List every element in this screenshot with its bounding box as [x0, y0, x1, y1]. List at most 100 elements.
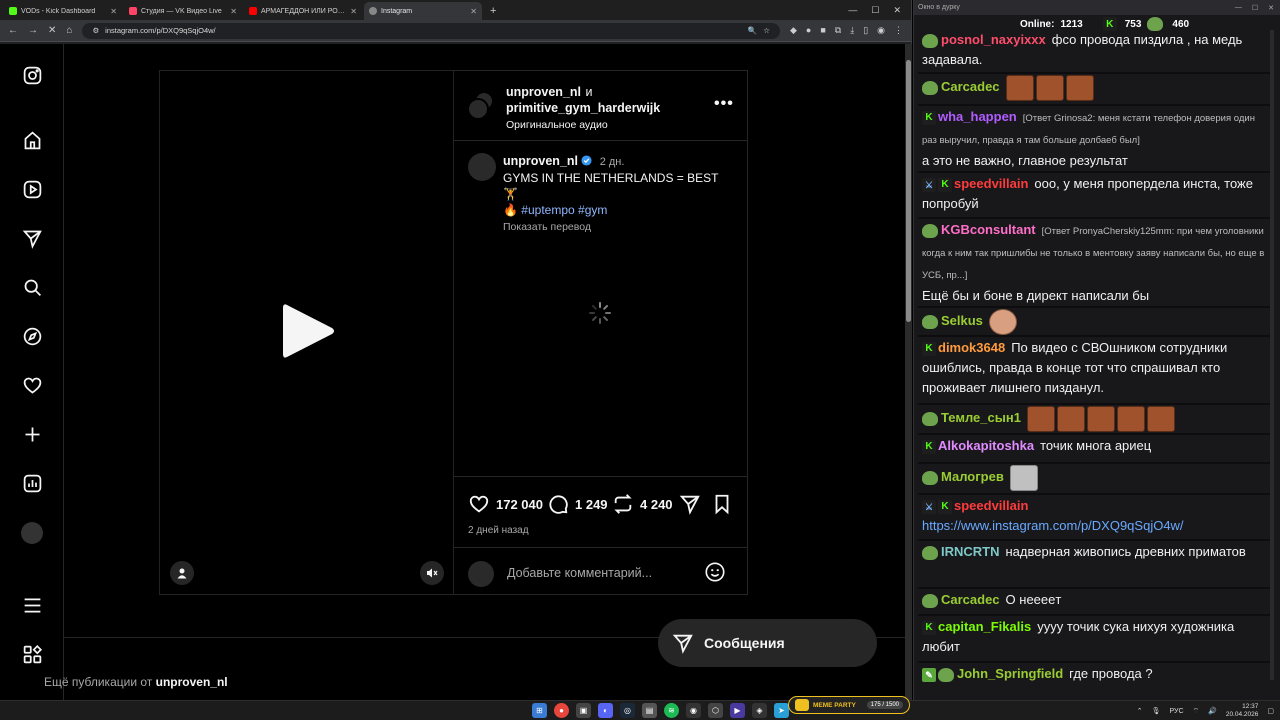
- video-player[interactable]: [159, 70, 454, 595]
- play-icon[interactable]: [281, 301, 337, 361]
- close-window-icon[interactable]: ✕: [1268, 4, 1274, 12]
- comment-input[interactable]: Добавьте комментарий...: [507, 566, 652, 580]
- back-icon[interactable]: ←: [8, 25, 18, 36]
- download-icon[interactable]: ⤓: [850, 25, 854, 36]
- extension-icon[interactable]: ■: [820, 25, 825, 36]
- show-translation-link[interactable]: Показать перевод: [503, 221, 591, 233]
- apps-icon[interactable]: [20, 642, 44, 666]
- chat-username[interactable]: KGBconsultant: [941, 222, 1036, 237]
- forward-icon[interactable]: →: [28, 25, 38, 36]
- lang-indicator[interactable]: РУС: [1169, 708, 1183, 715]
- menu-dots-icon[interactable]: ⋮: [894, 25, 903, 36]
- chat-username[interactable]: wha_happen: [938, 109, 1017, 124]
- tab-3[interactable]: Instagram ✕: [364, 2, 482, 20]
- chat-username[interactable]: dimok3648: [938, 340, 1005, 355]
- save-button[interactable]: [711, 493, 733, 515]
- chat-username[interactable]: IRNCRTN: [941, 544, 1000, 559]
- app-icon[interactable]: ▤: [642, 703, 657, 718]
- caption-avatar[interactable]: [468, 153, 496, 181]
- maximize-icon[interactable]: ☐: [1252, 4, 1258, 12]
- chat-username[interactable]: Малогрев: [941, 469, 1004, 484]
- windows-start-icon[interactable]: ⊞: [532, 703, 547, 718]
- discord-icon[interactable]: ◐: [598, 703, 613, 718]
- dashboard-icon[interactable]: [20, 471, 44, 495]
- messages-button[interactable]: Сообщения: [658, 619, 877, 667]
- chat-username[interactable]: John_Springfield: [957, 666, 1063, 681]
- close-icon[interactable]: ✕: [350, 7, 357, 16]
- hashtag[interactable]: #gym: [578, 203, 607, 217]
- tab-1[interactable]: Студия — VK Видео Live ✕: [124, 2, 242, 20]
- like-button[interactable]: 172 040: [468, 493, 543, 515]
- mic-icon[interactable]: 🎙: [1152, 707, 1161, 715]
- chat-link[interactable]: https://www.instagram.com/p/DXQ9qSqjO4w/: [922, 518, 1184, 533]
- more-posts-user[interactable]: unproven_nl: [156, 675, 228, 689]
- steam-icon[interactable]: ◎: [620, 703, 635, 718]
- chat-username[interactable]: Selkus: [941, 313, 983, 328]
- author-avatar[interactable]: [467, 98, 489, 120]
- chat-username[interactable]: Alkokapitoshka: [938, 438, 1034, 453]
- send-icon[interactable]: [20, 226, 44, 250]
- page-scrollbar-thumb[interactable]: [906, 60, 911, 322]
- meme-party-widget[interactable]: MEME PARTY 175 / 1500: [788, 696, 910, 714]
- heart-icon[interactable]: [20, 373, 44, 397]
- app-icon[interactable]: ⬡: [708, 703, 723, 718]
- extension-icon[interactable]: ◆: [790, 25, 797, 36]
- comment-button[interactable]: 1 249: [547, 493, 608, 515]
- extension-icon[interactable]: ●: [806, 25, 811, 36]
- reels-icon[interactable]: [20, 177, 44, 201]
- minimize-icon[interactable]: —: [848, 5, 857, 15]
- audio-label[interactable]: Оригинальное аудио: [506, 119, 608, 131]
- chat-username[interactable]: Carcadec: [941, 592, 1000, 607]
- share-button[interactable]: [679, 493, 701, 515]
- app-icon[interactable]: ◈: [752, 703, 767, 718]
- app-icon[interactable]: ▶: [730, 703, 745, 718]
- more-options-icon[interactable]: •••: [714, 95, 734, 113]
- hashtag[interactable]: #uptempo: [521, 203, 574, 217]
- tray-chevron-icon[interactable]: ⌃: [1137, 707, 1143, 715]
- chat-username[interactable]: capitan_Fikalis: [938, 619, 1031, 634]
- search-icon[interactable]: [20, 275, 44, 299]
- chat-username[interactable]: speedvillain: [954, 498, 1028, 513]
- obs-icon[interactable]: ◉: [686, 703, 701, 718]
- profile-icon[interactable]: ◉: [877, 25, 885, 36]
- maximize-icon[interactable]: ☐: [871, 5, 879, 16]
- chat-username[interactable]: speedvillain: [954, 176, 1028, 191]
- close-icon[interactable]: ✕: [470, 7, 477, 16]
- stop-icon[interactable]: ✕: [48, 25, 56, 36]
- profile-avatar[interactable]: [20, 521, 44, 545]
- bookmark-star-icon[interactable]: ☆: [763, 26, 770, 35]
- repost-button[interactable]: 4 240: [612, 493, 673, 515]
- user-tag-icon[interactable]: [170, 561, 194, 585]
- chat-username[interactable]: Carcadec: [941, 79, 1000, 94]
- chrome-icon[interactable]: ●: [554, 703, 569, 718]
- instagram-logo-icon[interactable]: [20, 63, 44, 87]
- explore-icon[interactable]: [20, 324, 44, 348]
- wifi-icon[interactable]: ⌔: [1193, 707, 1200, 716]
- chat-scrollbar[interactable]: [1270, 30, 1274, 680]
- create-plus-icon[interactable]: [20, 422, 44, 446]
- site-info-icon[interactable]: ⚙: [92, 26, 99, 35]
- spotify-icon[interactable]: ≋: [664, 703, 679, 718]
- volume-icon[interactable]: 🔊: [1208, 707, 1217, 715]
- telegram-icon[interactable]: ➤: [774, 703, 789, 718]
- mute-icon[interactable]: [420, 561, 444, 585]
- app-icon[interactable]: ▣: [576, 703, 591, 718]
- close-icon[interactable]: ✕: [110, 7, 117, 16]
- chat-username[interactable]: Темле_сын1: [941, 410, 1021, 425]
- close-window-icon[interactable]: ✕: [893, 5, 901, 16]
- caption-username[interactable]: unproven_nl: [503, 154, 578, 168]
- close-icon[interactable]: ✕: [230, 7, 237, 16]
- new-tab-button[interactable]: +: [484, 2, 502, 20]
- chat-username[interactable]: posnol_naxyixxx: [941, 32, 1046, 47]
- collaborator-name[interactable]: primitive_gym_harderwijk: [506, 101, 660, 115]
- extensions-puzzle-icon[interactable]: ⧉: [835, 25, 841, 36]
- home-icon[interactable]: [20, 128, 44, 152]
- minimize-icon[interactable]: —: [1235, 4, 1242, 12]
- sidebar-icon[interactable]: ▯: [863, 25, 868, 36]
- author-name[interactable]: unproven_nl: [506, 85, 581, 99]
- home-icon[interactable]: ⌂: [66, 25, 72, 36]
- clock[interactable]: 12:37 20.04.2026: [1226, 703, 1259, 719]
- notifications-icon[interactable]: ▢: [1267, 707, 1274, 715]
- tab-2[interactable]: АРМАГЕДДОН ИЛИ РОСТ! - П ✕: [244, 2, 362, 20]
- menu-icon[interactable]: [20, 593, 44, 617]
